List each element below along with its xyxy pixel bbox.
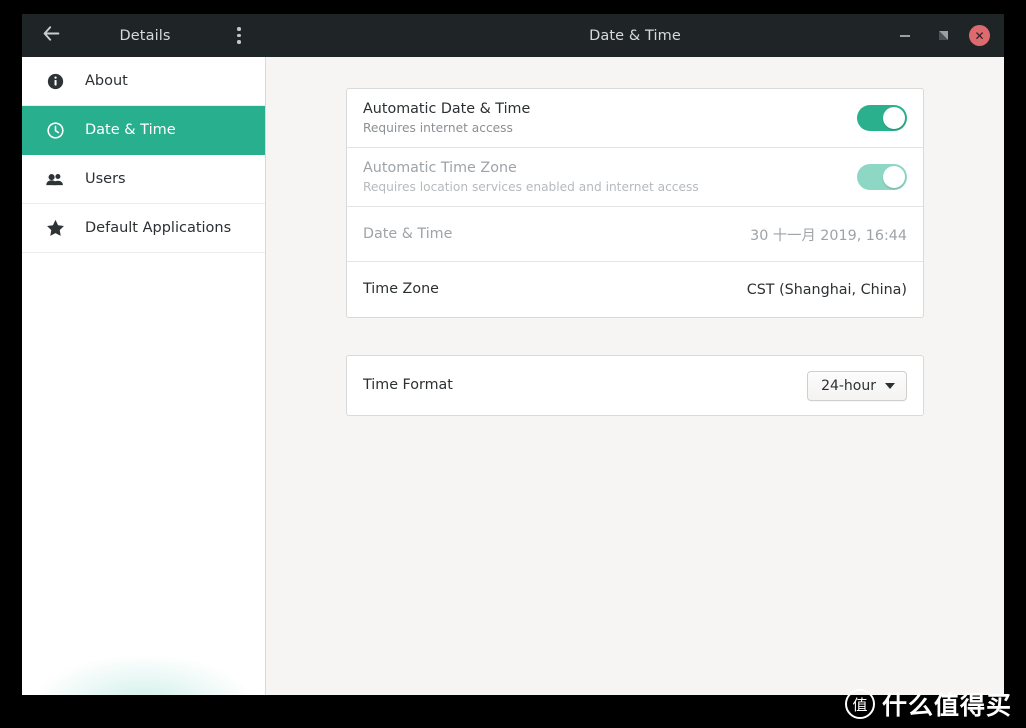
- row-time-zone[interactable]: Time Zone CST (Shanghai, China): [347, 262, 923, 317]
- automatic-time-zone-switch[interactable]: [857, 164, 907, 190]
- panel-title: Details: [119, 27, 171, 44]
- sidebar-item-about[interactable]: About: [22, 57, 265, 106]
- date-time-value: 30 十一月 2019, 16:44: [750, 227, 907, 244]
- row-automatic-date-time[interactable]: Automatic Date & Time Requires internet …: [347, 89, 923, 148]
- arrow-left-icon: [43, 26, 60, 45]
- row-subtitle: Requires internet access: [363, 120, 513, 135]
- close-button[interactable]: ✕: [969, 25, 990, 46]
- row-title: Time Zone: [363, 281, 439, 298]
- time-format-card: Time Format 24-hour: [346, 355, 924, 416]
- date-time-card: Automatic Date & Time Requires internet …: [346, 88, 924, 318]
- settings-sidebar: About Date & Time Users Default Applicat…: [22, 57, 266, 695]
- window-header-bar: Details Date & Time ✕: [22, 14, 1004, 57]
- row-title: Automatic Date & Time: [363, 101, 531, 118]
- close-icon: ✕: [974, 28, 985, 43]
- sidebar-item-label: About: [85, 73, 128, 89]
- users-icon: [44, 171, 66, 188]
- header-left-pane: Details: [22, 14, 266, 57]
- header-right-pane: Date & Time ✕: [266, 14, 1004, 57]
- row-title: Time Format: [363, 377, 453, 394]
- row-text: Time Zone: [363, 280, 439, 298]
- chevron-down-icon: [885, 382, 895, 389]
- back-button[interactable]: [34, 21, 68, 51]
- row-text: Time Format: [363, 376, 453, 394]
- row-automatic-time-zone[interactable]: Automatic Time Zone Requires location se…: [347, 148, 923, 207]
- row-text: Automatic Date & Time Requires internet …: [363, 100, 530, 136]
- switch-knob: [883, 107, 905, 129]
- sidebar-bottom-glow: [22, 623, 265, 695]
- time-zone-value: CST (Shanghai, China): [746, 281, 907, 298]
- settings-window: Details Date & Time ✕ About Date & Time …: [22, 14, 1004, 695]
- window-body: About Date & Time Users Default Applicat…: [22, 57, 1004, 695]
- row-text: Date & Time: [363, 225, 452, 243]
- sidebar-item-label: Date & Time: [85, 122, 176, 138]
- time-format-selected-value: 24-hour: [821, 377, 876, 394]
- row-title: Date & Time: [363, 225, 453, 242]
- row-time-format: Time Format 24-hour: [347, 356, 923, 415]
- time-format-dropdown[interactable]: 24-hour: [807, 370, 907, 401]
- clock-icon: [44, 121, 66, 139]
- sidebar-item-label: Users: [85, 171, 126, 187]
- star-icon: [44, 219, 66, 237]
- restore-icon: [938, 31, 948, 40]
- row-title: Automatic Time Zone: [363, 160, 517, 177]
- sidebar-item-default-applications[interactable]: Default Applications: [22, 204, 265, 253]
- row-text: Automatic Time Zone Requires location se…: [363, 159, 699, 195]
- maximize-button[interactable]: [931, 24, 955, 48]
- minimize-icon: [900, 34, 910, 37]
- info-circle-icon: [44, 73, 66, 90]
- window-controls: ✕: [893, 24, 1004, 48]
- settings-content-area: Automatic Date & Time Requires internet …: [266, 57, 1004, 695]
- sidebar-item-date-time[interactable]: Date & Time: [22, 106, 265, 155]
- row-subtitle: Requires location services enabled and i…: [363, 179, 699, 194]
- kebab-menu-icon: [237, 25, 241, 45]
- sidebar-item-label: Default Applications: [85, 220, 232, 236]
- automatic-date-time-switch[interactable]: [857, 105, 907, 131]
- row-date-time[interactable]: Date & Time 30 十一月 2019, 16:44: [347, 207, 923, 262]
- sidebar-item-users[interactable]: Users: [22, 155, 265, 204]
- minimize-button[interactable]: [893, 24, 917, 48]
- primary-menu-button[interactable]: [222, 21, 256, 51]
- switch-knob: [883, 166, 905, 188]
